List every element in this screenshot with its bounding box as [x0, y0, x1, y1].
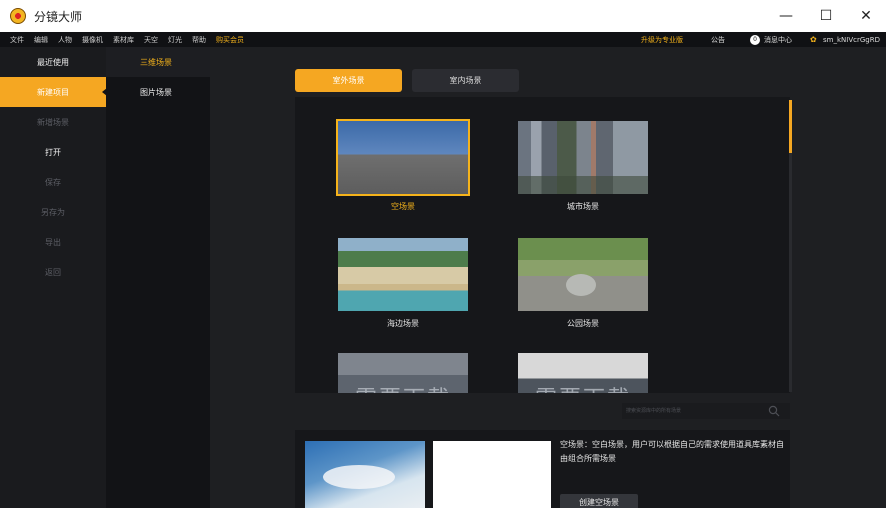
sidebar-item-back[interactable]: 返回 — [0, 257, 106, 287]
search-input[interactable] — [622, 403, 766, 419]
scene-card-download[interactable]: 需要下载 — [338, 353, 468, 393]
title-bar: 分镜大师 — ☐ ✕ — [0, 0, 886, 32]
user-account[interactable]: ✿ sm_kNIVcrGgRD — [810, 35, 880, 44]
scene-card-empty[interactable]: 空场景 — [336, 119, 470, 212]
user-icon: ✿ — [810, 35, 817, 44]
sidebar-item-recent[interactable]: 最近使用 — [0, 47, 106, 77]
tab-outdoor[interactable]: 室外场景 — [295, 69, 402, 92]
scene-thumbnail — [338, 238, 468, 311]
maximize-button[interactable]: ☐ — [806, 0, 846, 32]
sidebar-item-3d-scene[interactable]: 三维场景 — [106, 47, 210, 77]
message-center-label: 消息中心 — [764, 35, 793, 44]
scene-thumbnail — [518, 238, 648, 311]
upgrade-link[interactable]: 升级为专业版 — [641, 35, 683, 45]
menu-bar: 文件 编辑 人物 摄像机 素材库 天空 灯光 帮助 购买会员 升级为专业版 公告… — [0, 32, 886, 47]
menu-character[interactable]: 人物 — [58, 35, 72, 45]
sidebar-item-image-scene[interactable]: 图片场景 — [106, 77, 210, 107]
secondary-sidebar: 三维场景 图片场景 — [106, 47, 210, 508]
scene-card-download[interactable]: 需要下载 — [518, 353, 648, 393]
menu-right-area: 升级为专业版 公告 0 消息中心 ✿ sm_kNIVcrGgRD — [641, 32, 880, 47]
scene-grid-scrollbar[interactable] — [789, 100, 792, 392]
scrollbar-thumb[interactable] — [789, 100, 792, 153]
scene-description: 空场景：空白场景，用户可以根据自己的需求使用道具库素材自由组合所需场景 — [560, 440, 784, 463]
menu-library[interactable]: 素材库 — [113, 35, 134, 45]
notice-link[interactable]: 公告 — [711, 35, 725, 45]
scene-thumbnail — [518, 121, 648, 194]
app-window: 分镜大师 — ☐ ✕ 文件 编辑 人物 摄像机 素材库 天空 灯光 帮助 购买会… — [0, 0, 886, 508]
scene-label: 城市场景 — [567, 202, 599, 211]
primary-sidebar: 最近使用 新建项目 新增场景 打开 保存 另存为 导出 返回 — [0, 47, 107, 508]
scene-search — [622, 403, 790, 419]
app-logo-icon — [10, 8, 26, 24]
menu-edit[interactable]: 编辑 — [34, 35, 48, 45]
scene-detail-panel: 空场景：空白场景，用户可以根据自己的需求使用道具库素材自由组合所需场景 创建空场… — [295, 430, 790, 508]
menu-lighting[interactable]: 灯光 — [168, 35, 182, 45]
scene-thumbnail — [336, 119, 470, 196]
scene-card-beach[interactable]: 海边场景 — [338, 238, 468, 329]
close-button[interactable]: ✕ — [846, 0, 886, 32]
search-icon[interactable] — [766, 403, 782, 419]
sidebar-item-new-project[interactable]: 新建项目 — [0, 77, 107, 107]
scene-grid: 空场景 城市场景 海边场景 公园场景 需要下载 需要下载 — [295, 97, 790, 393]
blank-preview-image — [433, 441, 551, 508]
scene-thumbnail: 需要下载 — [338, 353, 468, 393]
scene-label: 海边场景 — [387, 319, 419, 328]
sky-preview-image — [305, 441, 425, 508]
menu-sky[interactable]: 天空 — [144, 35, 158, 45]
scene-card-park[interactable]: 公园场景 — [518, 238, 648, 329]
create-empty-scene-button[interactable]: 创建空场景 — [560, 494, 638, 508]
menu-file[interactable]: 文件 — [10, 35, 24, 45]
download-overlay-text: 需要下载 — [518, 381, 648, 393]
scene-card-city[interactable]: 城市场景 — [518, 121, 648, 212]
scene-thumbnail: 需要下载 — [518, 353, 648, 393]
sidebar-item-save[interactable]: 保存 — [0, 167, 106, 197]
tab-indoor[interactable]: 室内场景 — [412, 69, 519, 92]
scene-tabs: 室外场景 室内场景 — [295, 69, 529, 92]
window-controls: — ☐ ✕ — [766, 0, 886, 32]
main-content: 室外场景 室内场景 空场景 城市场景 海边场景 公园场景 需要下载 — [210, 47, 886, 508]
message-count-badge: 0 — [750, 34, 761, 45]
menu-camera[interactable]: 摄像机 — [82, 35, 103, 45]
menu-help[interactable]: 帮助 — [192, 35, 206, 45]
sidebar-item-save-as[interactable]: 另存为 — [0, 197, 106, 227]
download-overlay-text: 需要下载 — [338, 381, 468, 393]
username: sm_kNIVcrGgRD — [823, 35, 880, 44]
sidebar-item-export[interactable]: 导出 — [0, 227, 106, 257]
sidebar-item-add-scene[interactable]: 新增场景 — [0, 107, 106, 137]
menu-buy-vip[interactable]: 购买会员 — [216, 35, 244, 45]
minimize-button[interactable]: — — [766, 0, 806, 32]
scene-label: 公园场景 — [567, 319, 599, 328]
scene-label: 空场景 — [391, 202, 415, 211]
sidebar-item-open[interactable]: 打开 — [0, 137, 106, 167]
app-title: 分镜大师 — [34, 9, 83, 24]
message-center[interactable]: 0 消息中心 — [750, 34, 793, 45]
